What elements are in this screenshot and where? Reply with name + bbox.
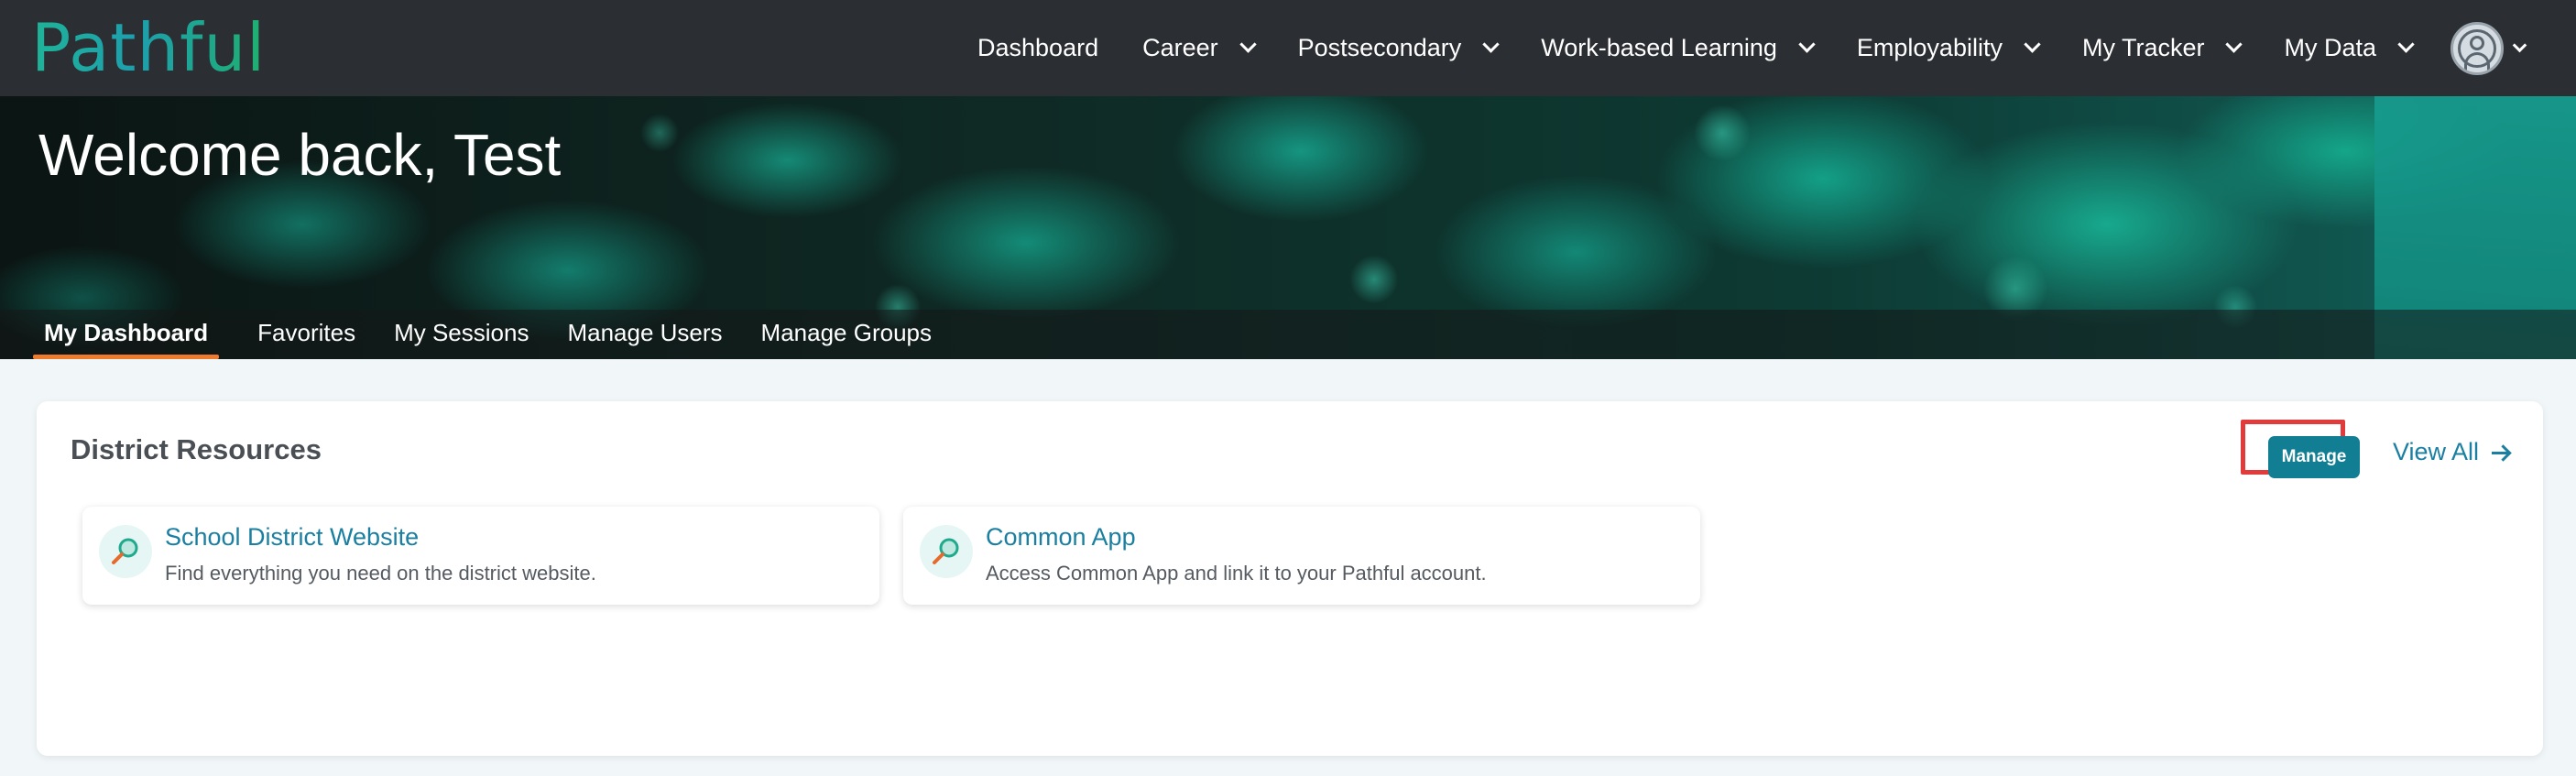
nav-label: Dashboard (977, 34, 1099, 61)
chevron-down-icon (1798, 36, 1816, 53)
nav-my-data[interactable]: My Data (2284, 34, 2415, 62)
view-all-label: View All (2393, 438, 2480, 465)
chevron-down-icon (2024, 36, 2041, 53)
nav-label: Career (1142, 34, 1218, 61)
welcome-title: Welcome back, Test (38, 122, 562, 188)
nav-employability[interactable]: Employability (1856, 34, 2041, 62)
resource-description: Access Common App and link it to your Pa… (986, 562, 1487, 585)
resource-title: School District Website (165, 523, 420, 551)
magnifier-icon (99, 525, 152, 578)
tab-my-sessions[interactable]: My Sessions (394, 310, 529, 359)
tab-my-dashboard[interactable]: My Dashboard (33, 310, 220, 359)
manage-button[interactable]: Manage (2268, 436, 2360, 478)
chevron-down-icon (2225, 36, 2243, 53)
district-resources-card: District Resources Manage View All Schoo… (37, 401, 2543, 756)
tab-manage-users[interactable]: Manage Users (567, 310, 722, 359)
nav-dashboard[interactable]: Dashboard (977, 34, 1098, 62)
nav-label: Postsecondary (1297, 34, 1462, 61)
chevron-down-icon (2512, 38, 2527, 53)
card-title: District Resources (71, 433, 322, 465)
nav-career[interactable]: Career (1142, 34, 1257, 62)
nav-label: My Tracker (2081, 34, 2205, 61)
view-all-link[interactable]: View All (2393, 438, 2511, 466)
logo-text: Pathful (31, 9, 267, 86)
magnifier-icon (920, 525, 973, 578)
tab-manage-groups[interactable]: Manage Groups (761, 310, 932, 359)
resource-title: Common App (986, 523, 1136, 551)
chevron-down-icon (1239, 36, 1257, 53)
nav-label: My Data (2284, 34, 2376, 61)
chevron-down-icon (2397, 36, 2415, 53)
resource-common-app[interactable]: Common App Access Common App and link it… (903, 507, 1700, 605)
nav-label: Work-based Learning (1541, 34, 1777, 61)
nav-postsecondary[interactable]: Postsecondary (1297, 34, 1500, 62)
arrow-right-icon (2492, 443, 2511, 462)
chevron-down-icon (1482, 36, 1500, 53)
resource-school-district-website[interactable]: School District Website Find everything … (82, 507, 879, 605)
hero-banner: Welcome back, Test My Dashboard Favorite… (0, 96, 2576, 359)
user-circle-icon (2450, 21, 2504, 75)
tab-favorites[interactable]: Favorites (257, 310, 355, 359)
top-navigation-bar: Pathful Dashboard Career Postsecondary W… (0, 0, 2576, 96)
dashboard-tabs: My Dashboard Favorites My Sessions Manag… (0, 310, 2576, 359)
nav-work-based-learning[interactable]: Work-based Learning (1541, 34, 1816, 62)
main-nav: Dashboard Career Postsecondary Work-base… (933, 0, 2527, 96)
user-menu[interactable] (2450, 21, 2527, 75)
pathful-logo[interactable]: Pathful (15, 4, 265, 92)
nav-my-tracker[interactable]: My Tracker (2081, 34, 2243, 62)
resource-description: Find everything you need on the district… (165, 562, 596, 585)
nav-label: Employability (1856, 34, 2003, 61)
